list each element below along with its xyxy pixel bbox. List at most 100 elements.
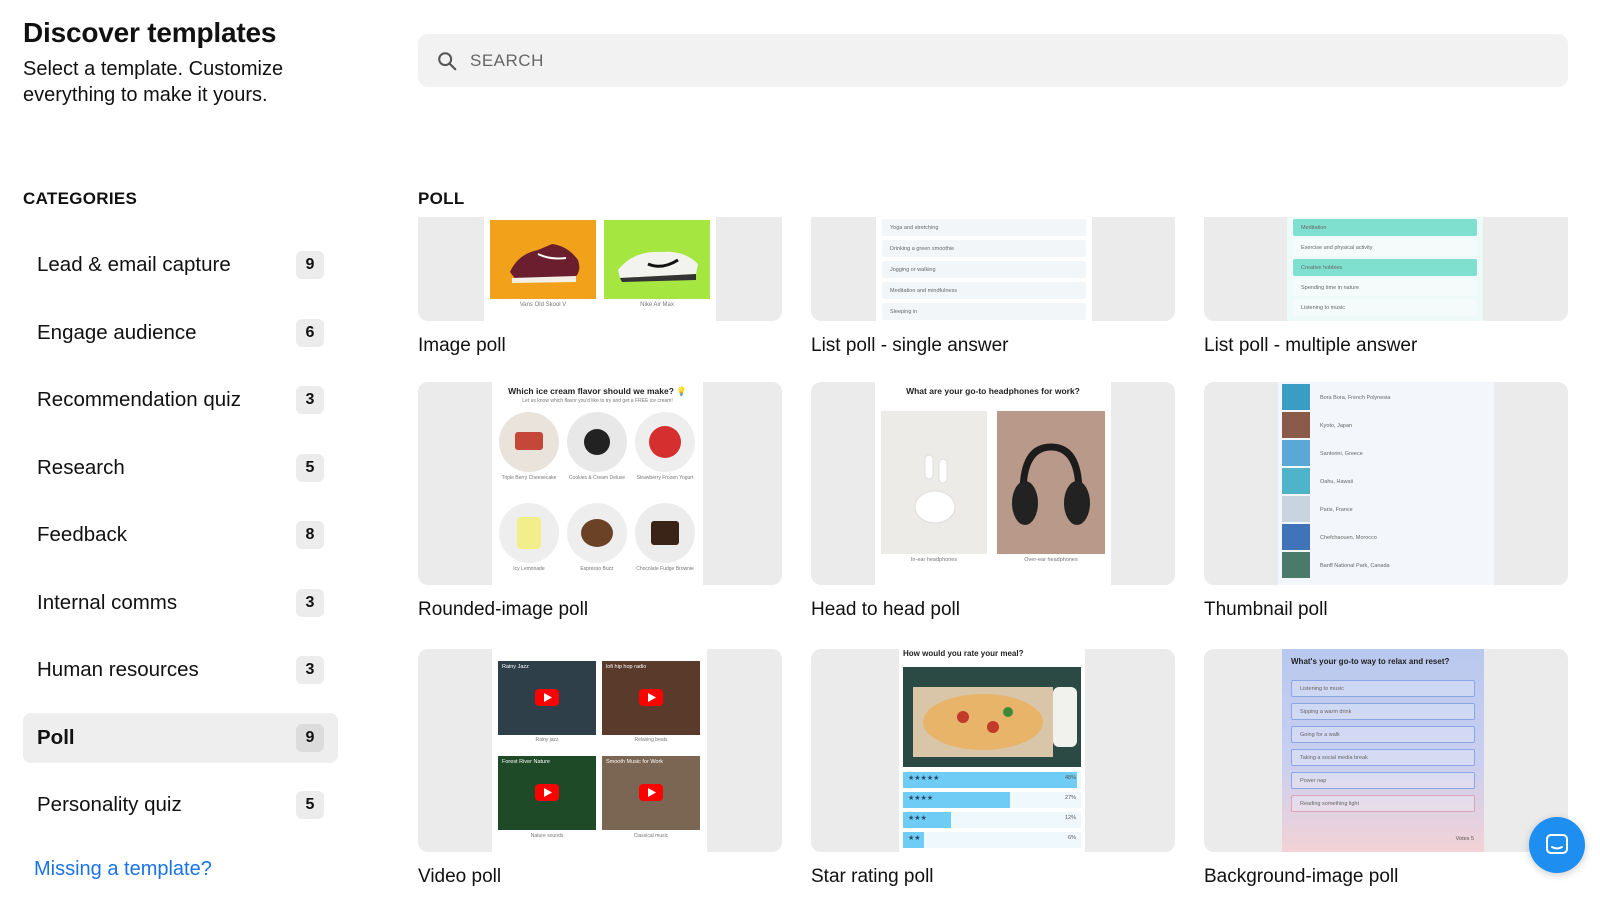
chat-button[interactable] <box>1529 817 1585 873</box>
category-lead-email-capture[interactable]: Lead & email capture 9 <box>23 240 338 290</box>
destination-thumbnail <box>1282 496 1310 522</box>
option-row: Listening to music <box>1293 299 1477 316</box>
category-internal-comms[interactable]: Internal comms 3 <box>23 578 338 628</box>
rating-row: ★★★★ 27% <box>903 792 1081 808</box>
sneaker-image-orange <box>490 220 596 299</box>
option-row: Chefchaouen, Morocco <box>1320 534 1377 541</box>
template-card-list-poll-multiple[interactable]: Meditation Exercise and physical activit… <box>1204 217 1568 357</box>
categories-heading: CATEGORIES <box>23 189 138 208</box>
template-card-head-to-head-poll[interactable]: What are your go-to headphones for work?… <box>811 382 1175 621</box>
option-row: Banff National Park, Canada <box>1320 562 1390 569</box>
destination-thumbnail <box>1282 468 1310 494</box>
option-row: Sipping a warm drink <box>1291 703 1475 720</box>
rating-stars: ★★★ <box>908 814 927 822</box>
template-card-video-poll[interactable]: Rainy Jazz lofi hip hop radio Rainy jazz… <box>418 649 782 888</box>
category-list: Lead & email capture 9 Engage audience 6 R… <box>23 240 338 848</box>
category-recommendation-quiz[interactable]: Recommendation quiz 3 <box>23 375 338 425</box>
category-poll[interactable]: Poll 9 <box>23 712 338 763</box>
option-row: Bora Bora, French Polynesia <box>1320 394 1391 401</box>
video-thumbnail: Forest River Nature <box>498 756 596 830</box>
destination-thumbnail <box>1282 412 1310 438</box>
rating-percent: 12% <box>1064 815 1076 821</box>
template-label: Image poll <box>418 335 506 356</box>
category-engage-audience[interactable]: Engage audience 6 <box>23 308 338 358</box>
option-row: Meditation and mindfulness <box>882 282 1086 299</box>
option-row: Power nap <box>1291 772 1475 789</box>
option-label: Chocolate Fudge Brownie <box>636 566 694 572</box>
template-thumbnail: Vans Old Skool V Nike Air Max <box>418 217 782 321</box>
destination-thumbnail <box>1282 552 1310 578</box>
option-row: Yoga and stretching <box>882 219 1086 236</box>
preview-rounded-image-poll: Which ice cream flavor should we make? 💡… <box>492 382 703 585</box>
video-thumbnail: Rainy Jazz <box>498 661 596 735</box>
category-research[interactable]: Research 5 <box>23 443 338 493</box>
template-label: Video poll <box>418 866 502 887</box>
play-icon <box>639 689 663 706</box>
option-label: Icy Lemonade <box>513 566 545 572</box>
option-row: Kyoto, Japan <box>1320 422 1353 429</box>
option-label: Relaxing beats <box>634 737 668 743</box>
rating-stars: ★★★★ <box>908 794 934 802</box>
flavor-image <box>499 412 559 472</box>
option-row: Going for a walk <box>1291 726 1475 743</box>
video-title: Rainy Jazz <box>502 664 529 670</box>
template-card-image-poll[interactable]: Vans Old Skool V Nike Air Max Image poll <box>418 217 782 357</box>
template-card-rounded-image-poll[interactable]: Which ice cream flavor should we make? 💡… <box>418 382 782 621</box>
category-count-badge: 3 <box>296 386 324 414</box>
category-human-resources[interactable]: Human resources 3 <box>23 645 338 695</box>
rating-percent: 27% <box>1064 795 1076 801</box>
template-card-thumbnail-poll[interactable]: Bora Bora, French Polynesia Kyoto, Japan… <box>1204 382 1568 621</box>
votes-count: Votes 5 <box>1455 836 1474 842</box>
template-thumbnail: Bora Bora, French Polynesia Kyoto, Japan… <box>1204 382 1568 585</box>
option-label: Nike Air Max <box>640 302 674 308</box>
option-label: Espresso Buzz <box>580 566 614 572</box>
flavor-image <box>567 412 627 472</box>
category-feedback[interactable]: Feedback 8 <box>23 510 338 560</box>
category-label: Recommendation quiz <box>37 388 241 411</box>
option-row: Drinking a green smoothie <box>882 240 1086 257</box>
option-label: Strawberry Frozen Yogurt <box>636 475 694 481</box>
preview-list-poll-single: Yoga and stretching Drinking a green smo… <box>876 217 1092 321</box>
rating-percent: 6% <box>1068 835 1076 841</box>
missing-template-link[interactable]: Missing a template? <box>34 858 212 881</box>
template-card-list-poll-single[interactable]: Yoga and stretching Drinking a green smo… <box>811 217 1175 357</box>
template-label: Rounded-image poll <box>418 599 589 620</box>
rating-row: ★★★★★ 48% <box>903 772 1081 788</box>
play-icon <box>535 689 559 706</box>
template-thumbnail: Meditation Exercise and physical activit… <box>1204 217 1568 321</box>
option-row: Exercise and physical activity <box>1293 239 1477 256</box>
preview-title: Which ice cream flavor should we make? 💡 <box>508 386 687 396</box>
template-label: List poll - single answer <box>811 335 1009 356</box>
overear-headphones-image <box>997 411 1105 554</box>
template-label: Background-image poll <box>1204 866 1399 887</box>
option-row-selected: Creative hobbies <box>1293 259 1477 276</box>
category-label: Research <box>37 455 125 479</box>
search-input[interactable] <box>470 50 1470 71</box>
template-thumbnail: How would you rate your meal? ★★★★★ 48% ★★… <box>811 649 1175 852</box>
category-label: Human resources <box>37 658 199 681</box>
template-thumbnail: Yoga and stretching Drinking a green smo… <box>811 217 1175 321</box>
preview-image-poll: Vans Old Skool V Nike Air Max <box>484 217 716 321</box>
search-bar[interactable] <box>418 34 1568 87</box>
video-title: Smooth Music for Work <box>606 759 664 765</box>
option-label: Classical music <box>633 833 669 839</box>
preview-subtitle: Let us know which flavor you'd like to t… <box>522 398 673 404</box>
option-row: Taking a social media break <box>1291 749 1475 766</box>
template-thumbnail: Which ice cream flavor should we make? 💡… <box>418 382 782 585</box>
option-row: Reading something light <box>1291 795 1475 812</box>
template-label: Star rating poll <box>811 866 934 887</box>
option-label: Nature sounds <box>530 833 564 839</box>
template-card-star-rating-poll[interactable]: How would you rate your meal? ★★★★★ 48% ★★… <box>811 649 1175 888</box>
video-thumbnail: lofi hip hop radio <box>602 661 700 735</box>
option-label: Cookies & Cream Deluxe <box>568 475 626 481</box>
category-count-badge: 3 <box>296 656 324 684</box>
preview-star-rating-poll: How would you rate your meal? ★★★★★ 48% ★★… <box>899 649 1085 852</box>
option-row: Paris, France <box>1320 506 1353 513</box>
category-label: Personality quiz <box>37 793 182 816</box>
category-count-badge: 5 <box>296 791 324 819</box>
play-icon <box>639 784 663 801</box>
category-personality-quiz[interactable]: Personality quiz 5 <box>23 780 338 830</box>
search-icon <box>438 51 457 70</box>
template-card-background-image-poll[interactable]: What's your go-to way to relax and reset… <box>1204 649 1568 888</box>
rating-percent: 48% <box>1064 775 1076 781</box>
